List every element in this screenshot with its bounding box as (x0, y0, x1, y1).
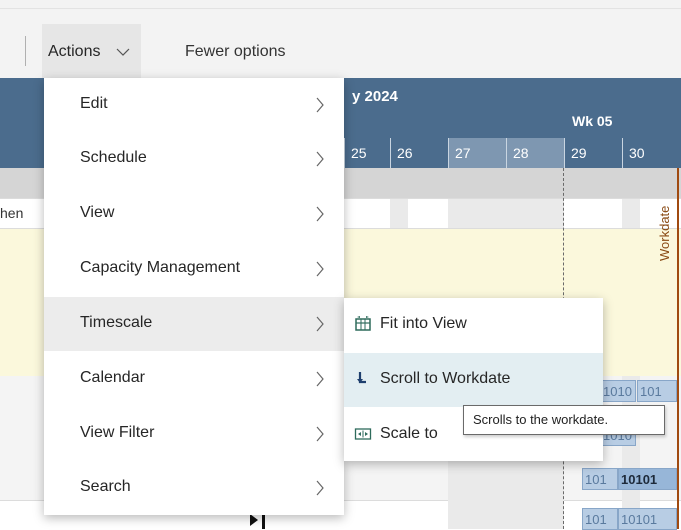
submenu-item-label: Scroll to Workdate (380, 370, 511, 387)
gantt-bar[interactable]: 101 (582, 508, 618, 530)
fit-view-icon (354, 315, 372, 333)
gantt-bar[interactable]: 101 (637, 380, 677, 402)
submenu-item-fit-into-view[interactable]: Fit into View (344, 298, 603, 352)
day-column-30[interactable]: 30 (622, 138, 681, 168)
nonworking-column (390, 198, 408, 228)
workdate-label: Workdate (655, 175, 675, 265)
workdate-line (677, 168, 679, 529)
menu-item-label: Timescale (80, 314, 153, 331)
row-label: hen (0, 205, 24, 221)
gantt-bar-selected[interactable]: 10101 (618, 468, 677, 490)
day-column-26[interactable]: 26 (390, 138, 448, 168)
month-label: y 2024 (352, 88, 398, 105)
gantt-bar[interactable]: 10101 (618, 508, 677, 530)
gantt-bar[interactable]: 1010 (600, 380, 636, 402)
menu-item-label: Capacity Management (80, 259, 241, 276)
menu-item-timescale[interactable]: Timescale (44, 297, 344, 351)
chevron-right-icon (315, 480, 325, 501)
tooltip: Scrolls to the workdate. (463, 405, 665, 435)
day-column-25[interactable]: 25 (344, 138, 390, 168)
menu-item-label: Edit (80, 95, 108, 112)
menu-item-search[interactable]: Search (44, 461, 344, 515)
workdate-text: Workdate (657, 205, 672, 261)
menu-item-label: Schedule (80, 149, 147, 166)
submenu-item-scroll-to-workdate[interactable]: Scroll to Workdate (344, 353, 603, 407)
menu-item-edit[interactable]: Edit (44, 78, 344, 132)
weekend-column (448, 198, 564, 228)
gantt-bar[interactable]: 101 (582, 468, 618, 490)
arrow-down-right-icon (354, 370, 372, 388)
day-column-28[interactable]: 28 (506, 138, 564, 168)
chevron-right-icon (315, 261, 325, 282)
actions-button-label: Actions (48, 43, 101, 60)
week-label: Wk 05 (572, 113, 613, 129)
chevron-down-icon (116, 44, 130, 62)
timescale-submenu: Fit into View Scroll to Workdate Scale t… (344, 298, 603, 461)
fewer-options-button[interactable]: Fewer options (185, 43, 286, 61)
scale-icon (354, 425, 372, 443)
menu-item-calendar[interactable]: Calendar (44, 352, 344, 406)
chevron-right-icon (315, 151, 325, 172)
nonworking-column (622, 198, 640, 228)
chevron-right-icon (315, 316, 325, 337)
actions-menu: Edit Schedule View Capacity Management T… (44, 78, 344, 515)
chevron-right-icon (315, 371, 325, 392)
menu-item-view[interactable]: View (44, 187, 344, 241)
chevron-right-icon (315, 97, 325, 118)
chevron-right-icon (315, 206, 325, 227)
menu-item-capacity-management[interactable]: Capacity Management (44, 242, 344, 296)
menu-item-schedule[interactable]: Schedule (44, 132, 344, 186)
play-marker-icon (250, 514, 258, 526)
day-column-27[interactable]: 27 (448, 138, 506, 168)
submenu-item-label: Scale to (380, 425, 438, 442)
day-column-29[interactable]: 29 (564, 138, 622, 168)
menu-item-view-filter[interactable]: View Filter (44, 407, 344, 461)
menu-item-label: Search (80, 478, 131, 495)
toolbar-separator (25, 36, 26, 66)
submenu-item-label: Fit into View (380, 315, 467, 332)
menu-item-label: View Filter (80, 424, 155, 441)
menu-item-label: Calendar (80, 369, 145, 386)
menu-item-label: View (80, 204, 115, 221)
chevron-right-icon (315, 426, 325, 447)
